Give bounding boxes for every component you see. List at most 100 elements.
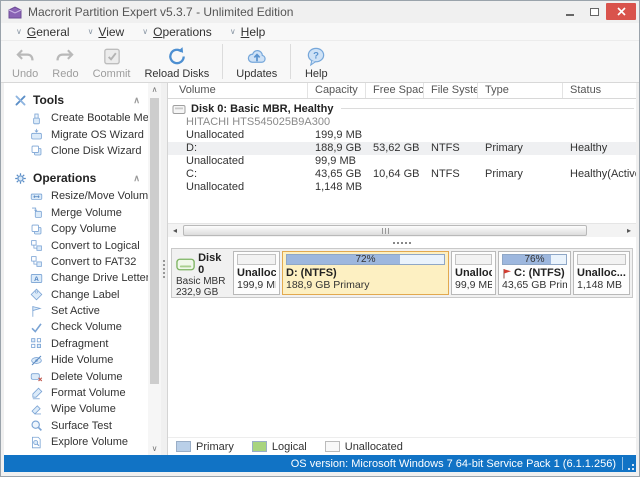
table-row-selected[interactable]: D:188,9 GB53,62 GBNTFSPrimaryHealthy	[168, 142, 636, 155]
sidebar-item-clone-disk-wizard[interactable]: Clone Disk Wizard	[4, 143, 148, 159]
sidebar-item-merge-volume[interactable]: Merge Volume	[4, 205, 148, 221]
sidebar-item-migrate-os-wizard[interactable]: Migrate OS Wizard	[4, 126, 148, 142]
sidebar-item-resize-move-volume[interactable]: Resize/Move Volume	[4, 188, 148, 204]
menu-general[interactable]: ∨General	[7, 23, 79, 40]
menu-operations[interactable]: ∨Operations	[133, 23, 221, 40]
table-row[interactable]: Unallocated1,148 MB	[168, 181, 636, 194]
table-row[interactable]: C:43,65 GB10,64 GBNTFSPrimaryHealthy(Act…	[168, 168, 636, 181]
undo-button[interactable]: Undo	[5, 41, 45, 82]
maximize-button[interactable]	[582, 3, 606, 20]
convert-icon	[30, 255, 43, 268]
table-row[interactable]: Unallocated99,9 MB	[168, 155, 636, 168]
statusbar-separator	[622, 457, 623, 470]
resize-grip[interactable]	[632, 468, 634, 470]
sidebar-item-hide-volume[interactable]: Hide Volume	[4, 352, 148, 368]
disk-map-block-unallocated-1[interactable]: Unalloc... 199,9 MB	[233, 251, 280, 295]
disk-scheme: Basic MBR	[176, 276, 229, 287]
usage-percent: 72%	[287, 255, 444, 265]
column-file-system[interactable]: File System	[424, 83, 478, 98]
sidebar-item-surface-test[interactable]: Surface Test	[4, 418, 148, 434]
disk-map-disk-info[interactable]: Disk 0 Basic MBR 232,9 GB	[174, 251, 231, 295]
title-bar[interactable]: Macrorit Partition Expert v5.3.7 - Unlim…	[1, 1, 639, 23]
sidebar-item-copy-volume[interactable]: Copy Volume	[4, 221, 148, 237]
disk-map: Disk 0 Basic MBR 232,9 GB Unalloc... 199…	[171, 248, 633, 298]
sidebar-scrollbar[interactable]: ∧ ∨	[148, 83, 161, 455]
sidebar-item-explore-volume[interactable]: Explore Volume	[4, 434, 148, 450]
merge-icon	[30, 206, 43, 219]
sidebar-item-wipe-volume[interactable]: Wipe Volume	[4, 401, 148, 417]
disk-map-block-unallocated-3[interactable]: Unalloc... 1,148 MB	[573, 251, 630, 295]
usage-bar: 72%	[286, 254, 445, 265]
disk-map-block-unallocated-2[interactable]: Unalloc... 99,9 MB	[451, 251, 496, 295]
collapse-chevron-icon[interactable]: ∧	[133, 173, 140, 184]
menu-view[interactable]: ∨View	[79, 23, 134, 40]
active-partition-label: C: (NTFS)	[502, 267, 567, 279]
disk-size: 232,9 GB	[176, 287, 229, 298]
column-volume[interactable]: Volume	[168, 83, 308, 98]
sidebar-item-change-drive-letter[interactable]: Change Drive Letter	[4, 270, 148, 286]
disk-group-row[interactable]: Disk 0: Basic MBR, Healthy	[168, 101, 636, 116]
commit-button[interactable]: Commit	[86, 41, 138, 82]
column-status[interactable]: Status	[563, 83, 636, 98]
resize-arrows-icon	[30, 190, 43, 203]
sidebar-item-create-bootable-media[interactable]: Create Bootable Media	[4, 110, 148, 126]
disk-name: Disk 0	[198, 252, 229, 276]
gear-icon	[14, 172, 27, 185]
sidebar-item-format-volume[interactable]: Format Volume	[4, 385, 148, 401]
scroll-up-icon[interactable]: ∧	[152, 83, 158, 96]
unallocated-swatch	[325, 441, 340, 452]
sidebar-item-delete-volume[interactable]: Delete Volume	[4, 368, 148, 384]
updates-cloud-icon	[245, 46, 269, 67]
eye-slash-icon	[30, 354, 43, 367]
column-free-space[interactable]: Free Space	[366, 83, 424, 98]
horizontal-scrollbar[interactable]: ◂ ▸	[168, 223, 636, 237]
commit-icon	[100, 46, 124, 67]
close-button[interactable]	[606, 3, 636, 20]
sidebar-item-defragment[interactable]: Defragment	[4, 336, 148, 352]
redo-button[interactable]: Redo	[45, 41, 85, 82]
volume-table: Volume Capacity Free Space File System T…	[168, 83, 636, 237]
menu-help[interactable]: ∨Help	[221, 23, 275, 40]
reload-disks-icon	[165, 46, 189, 67]
logical-swatch	[252, 441, 267, 452]
check-icon	[30, 321, 43, 334]
usage-bar-empty	[237, 254, 276, 265]
disk-map-block-d[interactable]: 72% D: (NTFS) 188,9 GB Primary	[282, 251, 449, 295]
updates-button[interactable]: Updates	[229, 41, 284, 82]
disk-group-title: Disk 0: Basic MBR, Healthy	[191, 103, 333, 115]
migrate-disk-icon	[30, 128, 43, 141]
toolbar: Undo Redo Commit Reload Disks Updates ? …	[1, 41, 639, 83]
table-row[interactable]: Unallocated199,9 MB	[168, 129, 636, 142]
sidebar-item-check-volume[interactable]: Check Volume	[4, 319, 148, 335]
scroll-down-icon[interactable]: ∨	[152, 442, 158, 455]
close-icon	[617, 7, 626, 16]
horizontal-scrollbar-thumb[interactable]	[183, 225, 587, 236]
maximize-icon	[590, 8, 599, 16]
app-icon	[8, 6, 22, 19]
usage-bar-empty	[577, 254, 626, 265]
sidebar-item-convert-to-fat32[interactable]: Convert to FAT32	[4, 254, 148, 270]
help-bubble-icon: ?	[304, 46, 328, 67]
group-rule	[341, 108, 634, 109]
sidebar-item-set-active[interactable]: Set Active	[4, 303, 148, 319]
help-button[interactable]: ? Help	[297, 41, 335, 82]
sidebar-scrollbar-thumb[interactable]	[150, 98, 159, 384]
content-panel: Volume Capacity Free Space File System T…	[167, 83, 636, 455]
chevron-down-icon: ∨	[142, 28, 148, 36]
main-area: Tools ∧ Create Bootable Media Migrate OS…	[1, 83, 639, 455]
green-disk-icon	[176, 258, 195, 271]
sidebar-item-change-label[interactable]: Change Label	[4, 287, 148, 303]
column-type[interactable]: Type	[478, 83, 563, 98]
reload-disks-button[interactable]: Reload Disks	[137, 41, 216, 82]
undo-icon	[13, 46, 37, 67]
sidebar-section-operations[interactable]: Operations ∧	[4, 168, 148, 188]
sidebar-item-convert-to-logical[interactable]: Convert to Logical	[4, 237, 148, 253]
minimize-button[interactable]	[558, 3, 582, 20]
collapse-chevron-icon[interactable]: ∧	[133, 95, 140, 106]
scroll-left-icon[interactable]: ◂	[168, 224, 182, 237]
scroll-right-icon[interactable]: ▸	[622, 224, 636, 237]
horizontal-splitter[interactable]	[168, 237, 636, 248]
sidebar-section-tools[interactable]: Tools ∧	[4, 90, 148, 110]
disk-map-block-c[interactable]: 76% C: (NTFS) 43,65 GB Primary	[498, 251, 571, 295]
column-capacity[interactable]: Capacity	[308, 83, 366, 98]
